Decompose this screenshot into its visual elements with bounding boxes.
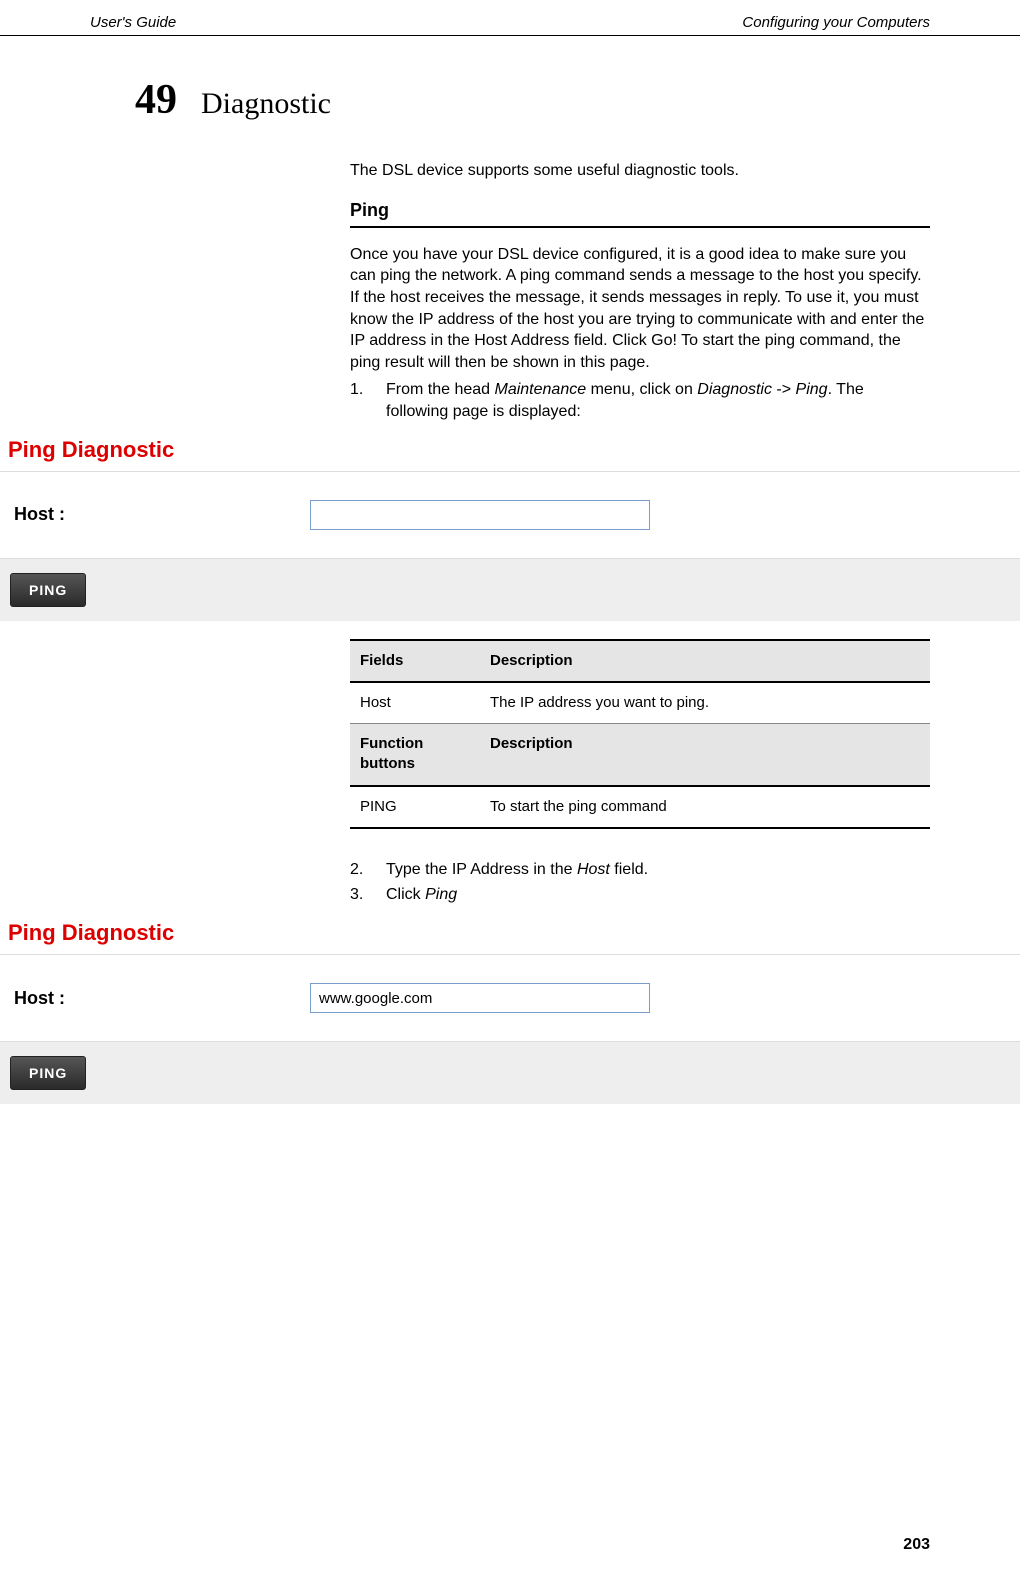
ping-button[interactable]: PING xyxy=(10,1056,86,1090)
content-block-2: Fields Description Host The IP address y… xyxy=(350,639,930,906)
host-label: Host : xyxy=(10,504,310,525)
intro-paragraph: The DSL device supports some useful diag… xyxy=(350,160,930,182)
host-input[interactable] xyxy=(310,500,650,530)
th-function-buttons: Function buttons xyxy=(350,724,480,786)
td-ping-desc: To start the ping command xyxy=(480,786,930,828)
th-description-2: Description xyxy=(480,724,930,786)
button-row: PING xyxy=(0,559,1020,621)
step-1: 1. From the head Maintenance menu, click… xyxy=(350,379,930,422)
ping-button[interactable]: PING xyxy=(10,573,86,607)
table-row: PING To start the ping command xyxy=(350,786,930,828)
table-row: Host The IP address you want to ping. xyxy=(350,682,930,724)
chapter-title: Diagnostic xyxy=(201,87,331,121)
panel-title: Ping Diagnostic xyxy=(0,916,1020,954)
th-fields: Fields xyxy=(350,640,480,682)
step-2: 2. Type the IP Address in the Host field… xyxy=(350,859,930,881)
header-right: Configuring your Computers xyxy=(742,14,930,31)
th-description: Description xyxy=(480,640,930,682)
ping-panel-1: Ping Diagnostic Host : PING xyxy=(0,433,1020,621)
step-number: 2. xyxy=(350,859,370,881)
panel-title: Ping Diagnostic xyxy=(0,433,1020,471)
section-body: Once you have your DSL device configured… xyxy=(350,244,930,374)
ping-panel-2: Ping Diagnostic Host : PING xyxy=(0,916,1020,1104)
table-header-row: Fields Description xyxy=(350,640,930,682)
step-number: 3. xyxy=(350,884,370,906)
page-number: 203 xyxy=(903,1536,930,1554)
step-text: Type the IP Address in the Host field. xyxy=(386,859,648,881)
step-text: From the head Maintenance menu, click on… xyxy=(386,379,930,422)
host-label: Host : xyxy=(10,988,310,1009)
host-input[interactable] xyxy=(310,983,650,1013)
header-left: User's Guide xyxy=(90,14,176,31)
running-header: User's Guide Configuring your Computers xyxy=(0,0,1020,36)
section-heading-ping: Ping xyxy=(350,198,930,228)
table-header-row-2: Function buttons Description xyxy=(350,724,930,786)
content-block-1: The DSL device supports some useful diag… xyxy=(350,160,930,423)
page: User's Guide Configuring your Computers … xyxy=(0,0,1020,1584)
fields-table: Fields Description Host The IP address y… xyxy=(350,639,930,829)
step-3: 3. Click Ping xyxy=(350,884,930,906)
chapter-header: 49 Diagnostic xyxy=(0,76,1020,124)
step-number: 1. xyxy=(350,379,370,422)
td-host-desc: The IP address you want to ping. xyxy=(480,682,930,724)
step-text: Click Ping xyxy=(386,884,457,906)
td-host: Host xyxy=(350,682,480,724)
chapter-number: 49 xyxy=(135,76,177,124)
button-row: PING xyxy=(0,1042,1020,1104)
host-row: Host : xyxy=(0,471,1020,559)
td-ping: PING xyxy=(350,786,480,828)
host-row: Host : xyxy=(0,954,1020,1042)
